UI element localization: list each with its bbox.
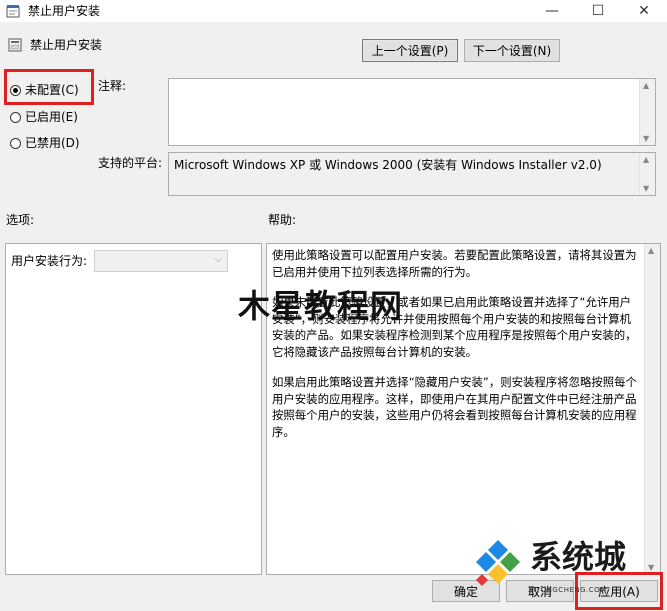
platform-label: 支持的平台: xyxy=(98,156,163,170)
close-button[interactable]: ✕ xyxy=(621,0,667,22)
previous-setting-button[interactable]: 上一个设置(P) xyxy=(362,39,458,62)
radio-enabled[interactable]: 已启用(E) xyxy=(10,109,78,125)
options-label: 选项: xyxy=(6,213,35,227)
minimize-button[interactable]: — xyxy=(529,0,575,22)
radio-empty-icon xyxy=(10,137,21,149)
comment-label: 注释: xyxy=(98,79,127,93)
watermark-brand-url: XITONGCHENG.COM xyxy=(528,586,607,594)
radio-not-configured-label: 未配置(C) xyxy=(25,83,79,97)
help-label: 帮助: xyxy=(268,213,297,227)
comment-scrollbar[interactable]: ▲ ▼ xyxy=(639,79,655,145)
install-behavior-label: 用户安装行为: xyxy=(11,254,88,268)
policy-icon xyxy=(6,5,20,18)
scroll-up-icon[interactable]: ▲ xyxy=(643,81,649,90)
chevron-down-icon: ⌵ xyxy=(214,254,222,265)
policy-setting-icon xyxy=(8,38,22,52)
scroll-down-icon[interactable]: ▼ xyxy=(643,184,649,193)
brand-logo-icon xyxy=(476,540,520,586)
radio-selected-icon xyxy=(10,84,21,96)
watermark-center: 木星教程网 xyxy=(238,287,404,325)
install-behavior-dropdown[interactable]: ⌵ xyxy=(94,250,228,272)
options-panel: 用户安装行为: ⌵ xyxy=(5,243,262,575)
radio-disabled-label: 已禁用(D) xyxy=(25,136,80,150)
help-paragraph: 使用此策略设置可以配置用户安装。若要配置此策略设置，请将其设置为已启用并使用下拉… xyxy=(272,248,637,279)
window-title: 禁止用户安装 xyxy=(28,4,101,18)
radio-not-configured[interactable]: 未配置(C) xyxy=(10,82,79,98)
setting-title: 禁止用户安装 xyxy=(30,38,103,52)
previous-setting-label: 上一个设置(P) xyxy=(371,44,449,58)
radio-enabled-label: 已启用(E) xyxy=(25,110,78,124)
platform-value: Microsoft Windows XP 或 Windows 2000 (安装有… xyxy=(174,158,602,172)
watermark-brand: 系统城 xyxy=(530,538,627,576)
title-bar: 禁止用户安装 — ☐ ✕ xyxy=(0,0,667,22)
radio-empty-icon xyxy=(10,111,21,123)
scroll-up-icon[interactable]: ▲ xyxy=(643,155,649,164)
maximize-icon: ☐ xyxy=(591,3,605,19)
scroll-down-icon[interactable]: ▼ xyxy=(648,563,654,572)
next-setting-label: 下一个设置(N) xyxy=(472,44,552,58)
close-icon: ✕ xyxy=(638,3,650,19)
radio-disabled[interactable]: 已禁用(D) xyxy=(10,135,80,151)
help-scrollbar[interactable]: ▲ ▼ xyxy=(644,244,660,574)
scroll-up-icon[interactable]: ▲ xyxy=(648,246,654,255)
comment-textarea[interactable]: ▲ ▼ xyxy=(168,78,656,146)
maximize-button[interactable]: ☐ xyxy=(575,0,621,22)
help-paragraph: 如果启用此策略设置并选择“隐藏用户安装”，则安装程序将忽略按照每个用户安装的应用… xyxy=(272,375,637,439)
next-setting-button[interactable]: 下一个设置(N) xyxy=(464,39,560,62)
scroll-down-icon[interactable]: ▼ xyxy=(643,134,649,143)
platform-box: Microsoft Windows XP 或 Windows 2000 (安装有… xyxy=(168,152,656,196)
platform-scrollbar[interactable]: ▲ ▼ xyxy=(639,153,655,195)
minimize-icon: — xyxy=(545,3,559,19)
